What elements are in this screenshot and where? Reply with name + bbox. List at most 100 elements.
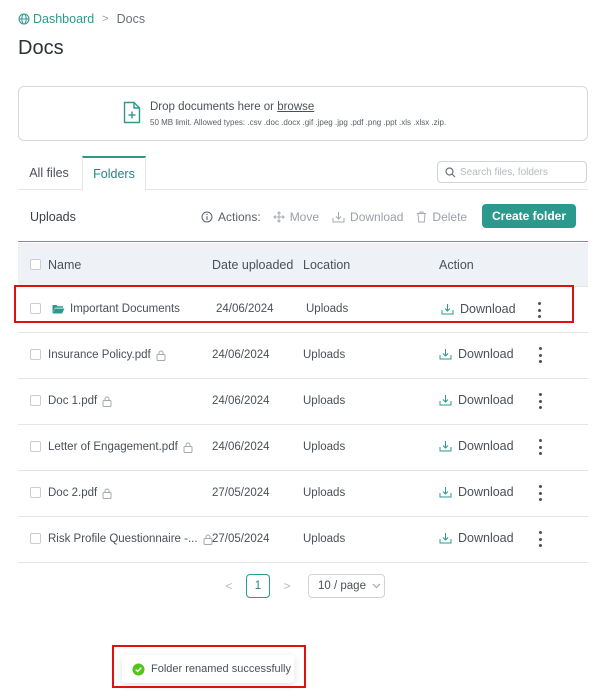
file-name[interactable]: Insurance Policy.pdf — [48, 349, 166, 361]
download-icon — [441, 304, 454, 315]
download-action[interactable]: Download — [332, 210, 403, 224]
row-download-label: Download — [458, 531, 514, 545]
table-row[interactable]: Doc 1.pdf 24/06/2024 Uploads Download — [18, 379, 588, 425]
table-row[interactable]: Risk Profile Questionnaire -... 27/05/202… — [18, 517, 588, 563]
dropzone-prompt-text: Drop documents here or — [150, 101, 278, 113]
page-size-select[interactable]: 10 / page — [308, 574, 385, 598]
column-date-uploaded[interactable]: Date uploaded — [212, 258, 293, 272]
file-name-text: Letter of Engagement.pdf — [48, 441, 178, 453]
row-download-button[interactable]: Download — [439, 485, 514, 499]
row-download-button[interactable]: Download — [439, 439, 514, 453]
dot — [537, 315, 541, 318]
file-name-text: Important Documents — [70, 303, 180, 315]
page-title: Docs — [18, 37, 64, 59]
table-row[interactable]: Insurance Policy.pdf 24/06/2024 Uploads Dow… — [18, 333, 588, 379]
delete-action[interactable]: Delete — [416, 210, 467, 224]
download-icon — [439, 487, 452, 498]
row-checkbox[interactable] — [30, 487, 41, 498]
globe-icon — [18, 13, 30, 25]
row-download-button[interactable]: Download — [439, 393, 514, 407]
move-action[interactable]: Move — [272, 210, 320, 224]
row-download-label: Download — [458, 393, 514, 407]
dot — [538, 491, 542, 495]
file-name[interactable]: Doc 2.pdf — [48, 487, 112, 499]
date-uploaded: 24/06/2024 — [212, 441, 270, 453]
file-name[interactable]: Risk Profile Questionnaire -... — [48, 533, 213, 545]
browse-link[interactable]: browse — [277, 101, 314, 113]
more-options-icon[interactable] — [534, 300, 544, 320]
more-options-icon[interactable] — [535, 345, 545, 365]
more-options-icon[interactable] — [535, 529, 545, 549]
move-action-label: Move — [289, 210, 320, 224]
more-options-icon[interactable] — [535, 437, 545, 457]
more-options-icon[interactable] — [535, 391, 545, 411]
tab-all-files[interactable]: All files — [18, 156, 80, 190]
breadcrumb: Dashboard > Docs — [18, 11, 145, 27]
download-icon — [439, 441, 452, 452]
delete-action-label: Delete — [432, 210, 468, 224]
actions-label: Actions: — [201, 210, 261, 224]
column-name[interactable]: Name — [48, 258, 81, 272]
row-download-label: Download — [458, 347, 514, 361]
file-name-text: Insurance Policy.pdf — [48, 349, 151, 361]
actions-label-text: Actions: — [218, 210, 261, 224]
dot — [538, 485, 542, 488]
table-row[interactable]: Important Documents 24/06/2024 Uploads Down… — [18, 287, 588, 333]
toolbar: Uploads Actions: Move Download Delete Cr… — [18, 198, 588, 242]
tab-folders[interactable]: Folders — [82, 156, 146, 191]
table-row[interactable]: Letter of Engagement.pdf 24/06/2024 Upload… — [18, 425, 588, 471]
file-name-text: Doc 1.pdf — [48, 395, 98, 407]
lock-icon — [183, 442, 193, 453]
location: Uploads — [303, 349, 346, 361]
lock-icon — [156, 350, 166, 361]
date-uploaded: 24/06/2024 — [212, 349, 270, 361]
prev-page-button[interactable]: < — [222, 579, 236, 593]
dot — [538, 353, 542, 357]
file-name[interactable]: Doc 1.pdf — [48, 395, 112, 407]
dot — [537, 308, 541, 312]
dot — [538, 406, 542, 409]
search-icon — [445, 166, 456, 177]
row-download-button[interactable]: Download — [441, 302, 516, 316]
create-folder-button[interactable]: Create folder — [482, 204, 576, 228]
dot — [538, 439, 542, 442]
file-name[interactable]: Letter of Engagement.pdf — [48, 441, 193, 453]
dot — [538, 347, 542, 350]
page-1-button[interactable]: 1 — [246, 574, 270, 598]
breadcrumb-dashboard-link[interactable]: Dashboard — [18, 12, 94, 26]
more-options-icon[interactable] — [535, 483, 545, 503]
dot — [538, 537, 542, 541]
date-uploaded: 24/06/2024 — [216, 303, 274, 315]
row-checkbox[interactable] — [30, 303, 41, 314]
dot — [538, 393, 542, 396]
next-page-button[interactable]: > — [280, 579, 294, 593]
file-name-text: Doc 2.pdf — [48, 487, 98, 499]
download-icon — [439, 395, 452, 406]
row-download-button[interactable]: Download — [439, 531, 514, 545]
row-download-button[interactable]: Download — [439, 347, 514, 361]
select-all-checkbox[interactable] — [30, 259, 41, 270]
row-download-label: Download — [458, 439, 514, 453]
bulk-actions: Actions: Move Download Delete — [201, 208, 480, 226]
column-action: Action — [439, 258, 474, 272]
row-checkbox[interactable] — [30, 349, 41, 360]
column-location[interactable]: Location — [303, 258, 350, 272]
row-checkbox[interactable] — [30, 395, 41, 406]
dot — [538, 544, 542, 547]
table-row[interactable]: Doc 2.pdf 27/05/2024 Uploads Download — [18, 471, 588, 517]
search-box[interactable] — [437, 161, 587, 183]
search-input[interactable] — [460, 166, 580, 178]
date-uploaded: 27/05/2024 — [212, 487, 270, 499]
row-checkbox-wrap — [30, 487, 41, 501]
row-checkbox-wrap — [30, 303, 41, 317]
row-download-label: Download — [458, 485, 514, 499]
row-checkbox-wrap — [30, 395, 41, 409]
upload-dropzone[interactable]: Drop documents here or browse 50 MB limi… — [18, 86, 588, 141]
file-name[interactable]: Important Documents — [52, 303, 180, 315]
dot — [538, 399, 542, 403]
info-icon — [201, 211, 213, 223]
row-checkbox[interactable] — [30, 533, 41, 544]
dot — [538, 360, 542, 363]
breadcrumb-current: Docs — [116, 12, 146, 26]
row-checkbox[interactable] — [30, 441, 41, 452]
